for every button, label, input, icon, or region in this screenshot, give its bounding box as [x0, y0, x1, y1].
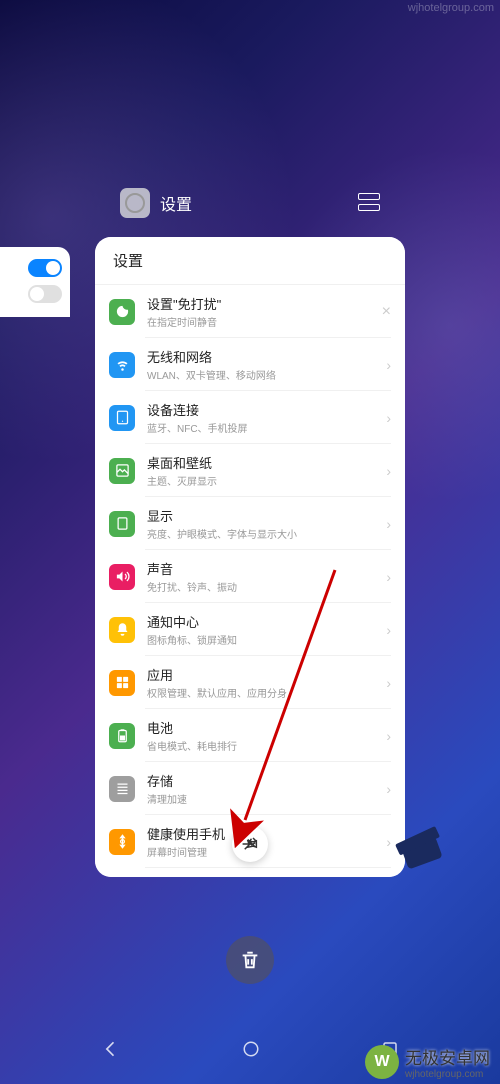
item-subtitle: 权限管理、默认应用、应用分身 [147, 685, 386, 700]
wallpaper-icon [109, 458, 135, 484]
display-icon [109, 511, 135, 537]
settings-item-2[interactable]: 设备连接蓝牙、NFC、手机投屏› [95, 391, 405, 444]
item-subtitle: WLAN、双卡管理、移动网络 [147, 367, 386, 382]
settings-item-3[interactable]: 桌面和壁纸主题、灭屏显示› [95, 444, 405, 497]
close-icon[interactable]: × [382, 303, 391, 321]
settings-item-0[interactable]: 设置"免打扰"在指定时间静音× [95, 285, 405, 338]
settings-item-4[interactable]: 显示亮度、护眼模式、字体与显示大小› [95, 497, 405, 550]
watermark-url: wjhotelgroup.com [408, 2, 494, 14]
previous-app-card[interactable] [0, 247, 70, 317]
settings-item-7[interactable]: 应用权限管理、默认应用、应用分身› [95, 656, 405, 709]
watermark-logo: W 无极安卓网 wjhotelgroup.com [365, 1044, 490, 1080]
logo-icon: W [365, 1045, 399, 1079]
settings-app-card[interactable]: 设置 设置"免打扰"在指定时间静音×无线和网络WLAN、双卡管理、移动网络›设备… [95, 237, 405, 877]
chevron-right-icon: › [386, 834, 391, 850]
item-subtitle: 主题、灭屏显示 [147, 473, 386, 488]
clear-all-button[interactable] [226, 936, 274, 984]
chevron-right-icon: › [386, 516, 391, 532]
logo-text: 无极安卓网 [405, 1044, 490, 1069]
back-button[interactable] [101, 1039, 121, 1059]
settings-item-8[interactable]: 电池省电模式、耗电排行› [95, 709, 405, 762]
device-icon [109, 405, 135, 431]
chevron-right-icon: › [386, 781, 391, 797]
chevron-right-icon: › [386, 569, 391, 585]
item-title: 声音 [147, 559, 386, 578]
item-title: 应用 [147, 665, 386, 684]
settings-item-1[interactable]: 无线和网络WLAN、双卡管理、移动网络› [95, 338, 405, 391]
pin-icon [241, 835, 259, 853]
apps-icon [109, 670, 135, 696]
item-title: 通知中心 [147, 612, 386, 631]
chevron-right-icon: › [386, 728, 391, 744]
item-title: 显示 [147, 506, 386, 525]
settings-app-icon [120, 188, 150, 218]
item-title: 设置"免打扰" [147, 294, 382, 313]
toggle-off[interactable] [28, 285, 62, 303]
settings-item-6[interactable]: 通知中心图标角标、锁屏通知› [95, 603, 405, 656]
item-subtitle: 图标角标、锁屏通知 [147, 632, 386, 647]
item-title: 存储 [147, 771, 386, 790]
wifi-icon [109, 352, 135, 378]
item-subtitle: 免打扰、铃声、振动 [147, 579, 386, 594]
item-title: 桌面和壁纸 [147, 453, 386, 472]
chevron-right-icon: › [386, 357, 391, 373]
pin-button[interactable] [232, 826, 268, 862]
card-title: 设置 [95, 237, 405, 285]
chevron-right-icon: › [386, 675, 391, 691]
item-subtitle: 蓝牙、NFC、手机投屏 [147, 420, 386, 435]
item-subtitle: 亮度、护眼模式、字体与显示大小 [147, 526, 386, 541]
storage-icon [109, 776, 135, 802]
toggle-on[interactable] [28, 259, 62, 277]
item-subtitle: 清理加速 [147, 791, 386, 806]
battery-icon [109, 723, 135, 749]
trash-icon [239, 949, 261, 971]
settings-item-9[interactable]: 存储清理加速› [95, 762, 405, 815]
item-subtitle: 在指定时间静音 [147, 314, 382, 329]
app-label: 设置 [120, 188, 192, 218]
item-subtitle: 省电模式、耗电排行 [147, 738, 386, 753]
home-button[interactable] [242, 1040, 260, 1058]
chevron-right-icon: › [386, 622, 391, 638]
bell-icon [109, 617, 135, 643]
moon-icon [109, 299, 135, 325]
sound-icon [109, 564, 135, 590]
grid-view-button[interactable] [358, 193, 380, 211]
chevron-right-icon: › [386, 463, 391, 479]
chevron-right-icon: › [386, 410, 391, 426]
logo-sub: wjhotelgroup.com [405, 1069, 490, 1080]
settings-item-5[interactable]: 声音免打扰、铃声、振动› [95, 550, 405, 603]
item-title: 电池 [147, 718, 386, 737]
settings-item-11[interactable]: 安全和隐私人脸识别、指纹、密码保险箱› [95, 868, 405, 877]
item-title: 无线和网络 [147, 347, 386, 366]
app-name: 设置 [160, 191, 192, 215]
item-title: 设备连接 [147, 400, 386, 419]
health-icon [109, 829, 135, 855]
